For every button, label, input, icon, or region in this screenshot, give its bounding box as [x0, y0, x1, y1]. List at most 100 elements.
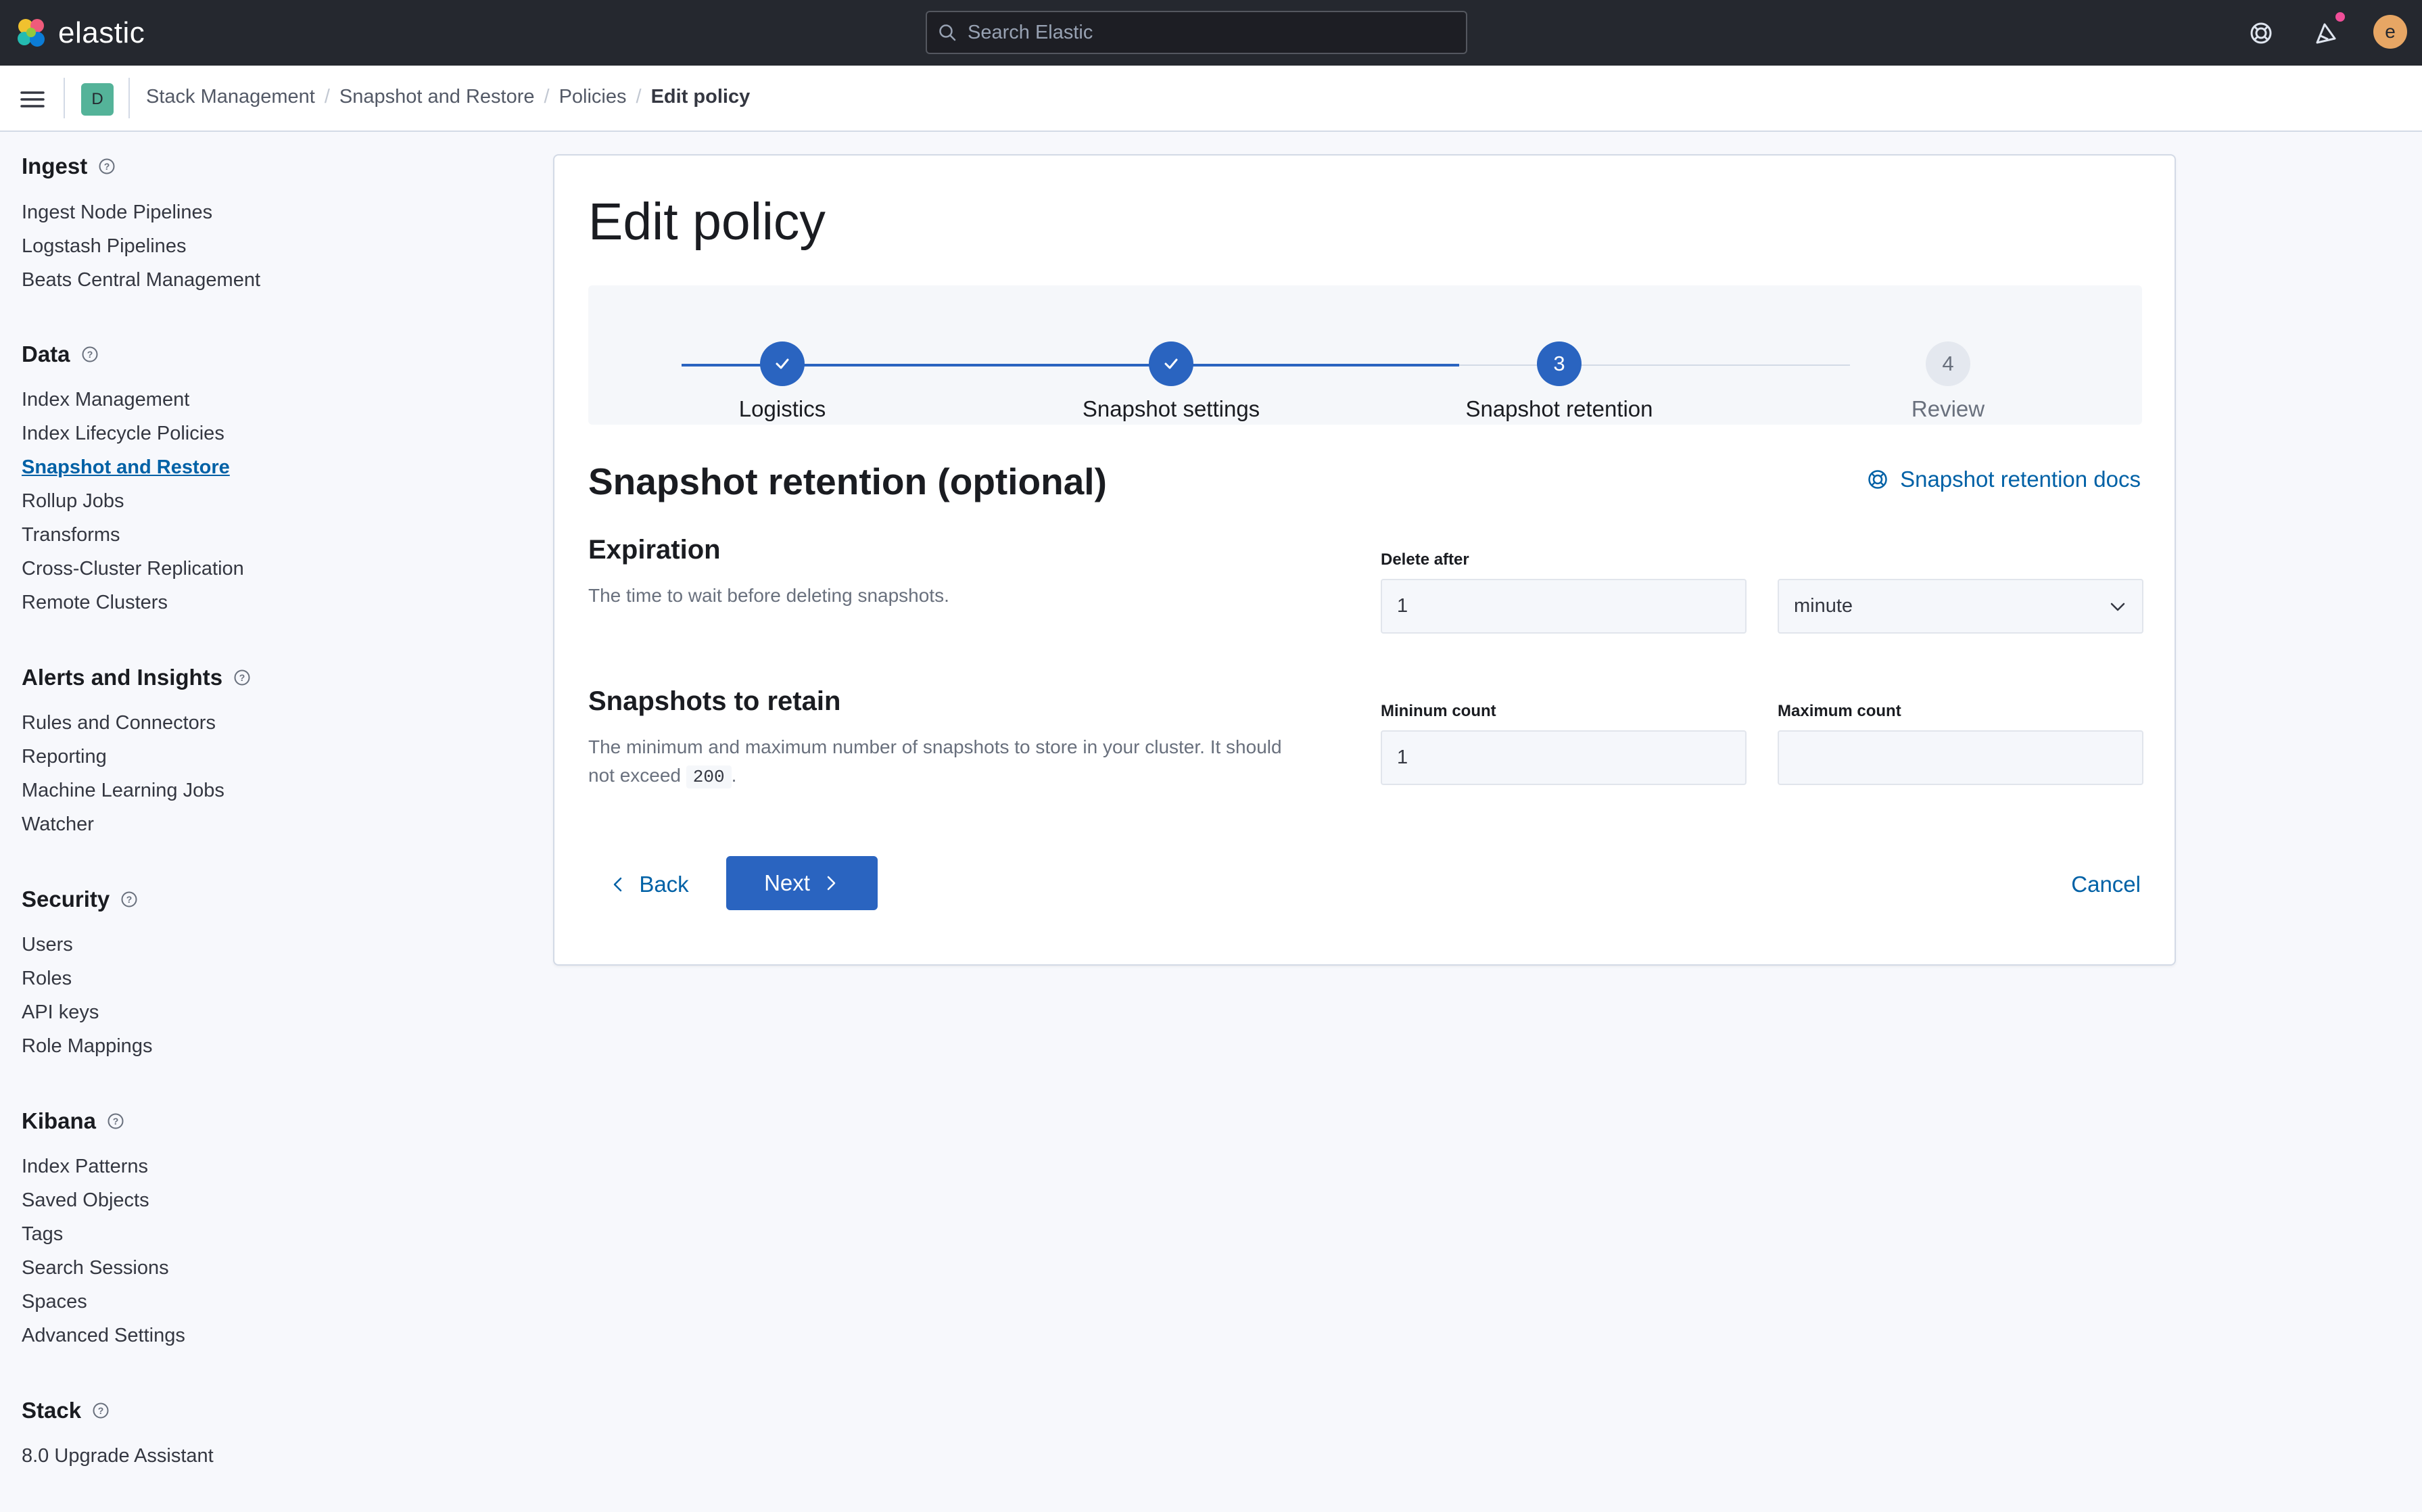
global-search[interactable]	[926, 11, 1467, 54]
sidebar-group-stack: Stack ?	[22, 1398, 110, 1423]
max-snapshots-limit: 200	[686, 765, 732, 788]
sidebar-item-tags[interactable]: Tags	[22, 1223, 63, 1246]
step-4-label[interactable]: Review	[1759, 396, 2137, 422]
delete-after-unit-select[interactable]: minute	[1778, 579, 2143, 634]
search-icon	[939, 24, 956, 41]
search-input[interactable]	[968, 21, 1441, 44]
breadcrumb-separator: /	[544, 86, 550, 108]
svg-text:?: ?	[87, 349, 93, 360]
sidebar-group-title: Kibana	[22, 1108, 97, 1133]
user-avatar[interactable]: e	[2373, 15, 2407, 49]
hamburger-menu-icon[interactable]	[18, 85, 47, 114]
step-3-label[interactable]: Snapshot retention	[1370, 396, 1749, 422]
sidebar-item-remote-clusters[interactable]: Remote Clusters	[22, 592, 168, 614]
elastic-logo[interactable]: elastic	[15, 16, 145, 50]
step-3-number[interactable]: 3	[1537, 341, 1582, 386]
sidebar-item-rollup-jobs[interactable]: Rollup Jobs	[22, 490, 124, 513]
sidebar-item-beats-central-management[interactable]: Beats Central Management	[22, 269, 260, 291]
unit-select-value: minute	[1794, 595, 1853, 617]
maximum-count-label: Maximum count	[1778, 702, 1901, 720]
maximum-count-input[interactable]	[1778, 730, 2143, 785]
breadcrumb-separator: /	[324, 86, 330, 108]
sidebar-group-title: Alerts and Insights	[22, 665, 223, 690]
next-button[interactable]: Next	[726, 856, 878, 910]
sidebar-item-spaces[interactable]: Spaces	[22, 1291, 87, 1313]
help-icon[interactable]: ?	[92, 1402, 110, 1419]
expiration-title: Expiration	[588, 535, 721, 565]
breadcrumb-edit-policy: Edit policy	[650, 86, 751, 108]
minimum-count-label: Mininum count	[1381, 702, 1496, 720]
snapshots-to-retain-description: The minimum and maximum number of snapsh…	[588, 733, 1305, 791]
svg-text:?: ?	[98, 1405, 104, 1416]
sidebar-item-rules-and-connectors[interactable]: Rules and Connectors	[22, 712, 216, 734]
top-header: elastic e	[0, 0, 2422, 66]
help-icon[interactable]: ?	[107, 1112, 124, 1130]
sidebar-item-snapshot-and-restore[interactable]: Snapshot and Restore	[22, 456, 230, 479]
sidebar-item-saved-objects[interactable]: Saved Objects	[22, 1189, 149, 1212]
expiration-description: The time to wait before deleting snapsho…	[588, 585, 949, 606]
space-avatar[interactable]: D	[81, 83, 114, 116]
sidebar-item-api-keys[interactable]: API keys	[22, 1001, 99, 1024]
sidebar-item-users[interactable]: Users	[22, 934, 73, 956]
help-icon[interactable]: ?	[233, 669, 251, 686]
breadcrumb-policies[interactable]: Policies	[559, 86, 627, 108]
sidebar-group-title: Security	[22, 887, 110, 912]
sidebar-group-title: Stack	[22, 1398, 82, 1423]
help-icon[interactable]: ?	[120, 891, 138, 908]
chevron-left-icon	[614, 877, 622, 892]
docs-link-label: Snapshot retention docs	[1900, 467, 2141, 492]
sidebar-group-alerts-and-insights: Alerts and Insights ?	[22, 665, 251, 690]
next-button-label: Next	[764, 870, 810, 895]
sidebar-item-advanced-settings[interactable]: Advanced Settings	[22, 1325, 185, 1347]
sidebar-item-search-sessions[interactable]: Search Sessions	[22, 1257, 169, 1279]
sidebar-item-watcher[interactable]: Watcher	[22, 813, 94, 836]
sidebar-group-title: Data	[22, 341, 70, 367]
sidebar-group-security: Security ?	[22, 887, 138, 912]
sidebar-item-reporting[interactable]: Reporting	[22, 746, 107, 768]
sidebar-item-roles[interactable]: Roles	[22, 968, 72, 990]
help-icon	[1868, 470, 1887, 489]
help-icon[interactable]	[2246, 18, 2276, 48]
sidebar-item-ingest-node-pipelines[interactable]: Ingest Node Pipelines	[22, 202, 212, 224]
snapshot-retention-docs-link[interactable]: Snapshot retention docs	[1866, 467, 2141, 492]
step-2-check-icon[interactable]	[1149, 341, 1193, 386]
breadcrumb-stack-management[interactable]: Stack Management	[146, 86, 315, 108]
step-4-number[interactable]: 4	[1926, 341, 1970, 386]
sidebar-item-index-management[interactable]: Index Management	[22, 389, 189, 411]
elastic-logo-icon	[18, 19, 45, 47]
sidebar-group-kibana: Kibana ?	[22, 1108, 124, 1134]
sidebar-item-logstash-pipelines[interactable]: Logstash Pipelines	[22, 235, 186, 258]
sidebar-item-upgrade-assistant[interactable]: 8.0 Upgrade Assistant	[22, 1445, 214, 1467]
step-2-label[interactable]: Snapshot settings	[982, 396, 1360, 422]
breadcrumb-snapshot-and-restore[interactable]: Snapshot and Restore	[339, 86, 535, 108]
step-1-check-icon[interactable]	[760, 341, 805, 386]
sidebar-item-machine-learning-jobs[interactable]: Machine Learning Jobs	[22, 780, 224, 802]
breadcrumb: Stack Management / Snapshot and Restore …	[146, 86, 750, 108]
snapshots-to-retain-title: Snapshots to retain	[588, 686, 841, 716]
step-1-label[interactable]: Logistics	[593, 396, 972, 422]
minimum-count-input[interactable]	[1381, 730, 1747, 785]
sidebar-item-role-mappings[interactable]: Role Mappings	[22, 1035, 152, 1058]
delete-after-input[interactable]	[1381, 579, 1747, 634]
edit-policy-panel: Edit policy Logistics Snapshot settings …	[553, 154, 2176, 966]
breadcrumb-separator: /	[636, 86, 642, 108]
svg-text:?: ?	[239, 672, 245, 683]
brand-name: elastic	[58, 16, 145, 49]
sidebar-item-index-patterns[interactable]: Index Patterns	[22, 1156, 148, 1178]
sidebar-group-title: Ingest	[22, 153, 88, 179]
retain-description-line1: The minimum and maximum number of snapsh…	[588, 736, 1282, 757]
sidebar-item-index-lifecycle-policies[interactable]: Index Lifecycle Policies	[22, 423, 224, 445]
help-icon[interactable]: ?	[81, 346, 99, 363]
sidebar-item-cross-cluster-replication[interactable]: Cross-Cluster Replication	[22, 558, 244, 580]
back-button-label: Back	[639, 872, 689, 897]
breadcrumb-bar: D Stack Management / Snapshot and Restor…	[0, 66, 2422, 132]
help-icon[interactable]: ?	[98, 158, 116, 175]
back-button[interactable]: Back	[588, 857, 710, 912]
sidebar-group-data: Data ?	[22, 341, 99, 367]
sidebar-item-transforms[interactable]: Transforms	[22, 524, 120, 546]
svg-text:?: ?	[104, 161, 110, 172]
cancel-button[interactable]: Cancel	[2071, 857, 2141, 912]
sidebar-group-ingest: Ingest ?	[22, 153, 116, 179]
chevron-right-icon	[827, 876, 836, 891]
step-connector-incomplete	[1459, 364, 1850, 366]
